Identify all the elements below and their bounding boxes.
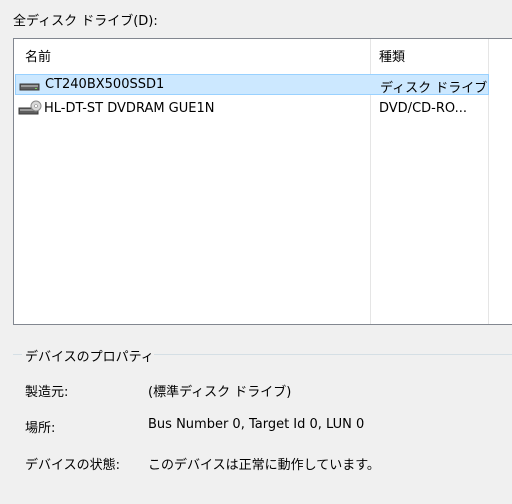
list-item-dvd[interactable]: HL-DT-ST DVDRAM GUE1N DVD/CD-RO... <box>15 99 489 120</box>
item-name: HL-DT-ST DVDRAM GUE1N <box>44 101 215 116</box>
list-header: 名前 種類 <box>14 39 512 67</box>
drives-section-label: 全ディスク ドライブ(D): <box>13 14 158 29</box>
manufacturer-value: (標準ディスク ドライブ) <box>148 385 292 400</box>
device-status-value: このデバイスは正常に動作しています。 <box>148 458 380 473</box>
location-value: Bus Number 0, Target Id 0, LUN 0 <box>148 417 365 432</box>
location-label: 場所: <box>25 421 56 436</box>
manufacturer-label: 製造元: <box>25 385 69 400</box>
hard-drive-icon <box>19 83 40 91</box>
item-name: CT240BX500SSD1 <box>45 77 165 92</box>
groupbox-border-right <box>154 354 512 355</box>
drives-list[interactable]: 名前 種類 CT240BX500SSD1 ディスク ドライブ HL-DT-ST … <box>13 38 512 325</box>
item-type: DVD/CD-RO... <box>379 101 467 116</box>
column-header-type[interactable]: 種類 <box>379 46 405 65</box>
groupbox-border-left <box>13 354 22 355</box>
device-status-label: デバイスの状態: <box>25 458 120 473</box>
properties-group-title: デバイスのプロパティ <box>25 350 154 365</box>
optical-drive-icon <box>18 100 42 115</box>
column-header-name[interactable]: 名前 <box>25 46 51 65</box>
item-type: ディスク ドライブ <box>380 81 488 96</box>
list-item-ssd[interactable]: CT240BX500SSD1 ディスク ドライブ <box>15 74 489 96</box>
